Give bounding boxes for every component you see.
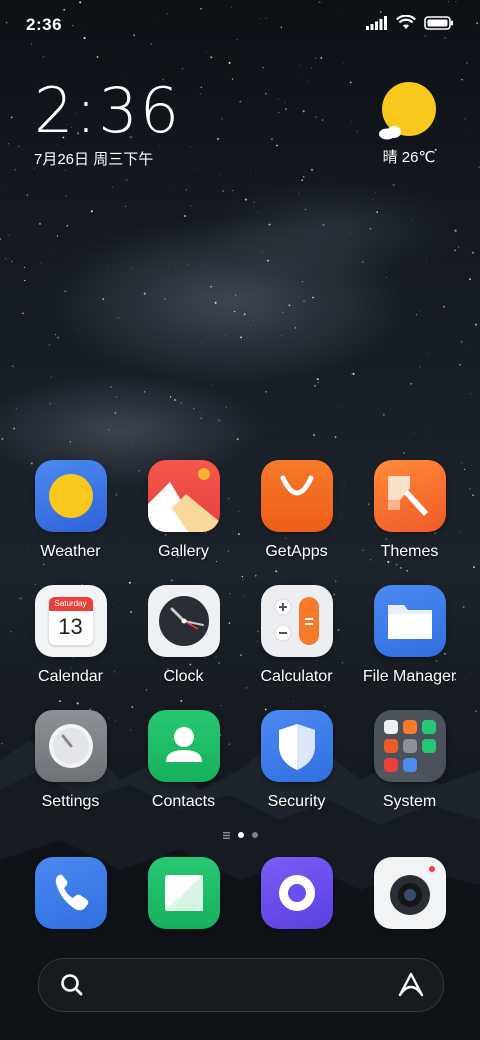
folder-grid-icon xyxy=(373,710,446,782)
calculator-icon xyxy=(260,585,333,657)
dock-phone[interactable] xyxy=(14,857,127,929)
page-dot-2[interactable] xyxy=(251,832,258,838)
folder-icon xyxy=(373,585,446,657)
app-calendar[interactable]: Saturday 13 Calendar xyxy=(14,585,127,686)
app-themes[interactable]: Themes xyxy=(353,460,466,561)
calendar-day-name: Saturday xyxy=(48,597,93,611)
clock-icon xyxy=(147,585,220,657)
search-bar[interactable] xyxy=(38,958,444,1012)
app-label: Contacts xyxy=(151,793,216,810)
messaging-icon xyxy=(147,857,220,929)
cloud-icon xyxy=(379,126,401,140)
dock-camera[interactable] xyxy=(353,857,466,929)
clock-widget[interactable]: 2:36 7月26日 周三下午 xyxy=(34,80,181,169)
settings-knob-icon xyxy=(34,710,107,782)
app-security[interactable]: Security xyxy=(240,710,353,811)
app-label: System xyxy=(382,793,437,810)
weather-widget[interactable]: 晴 26℃ xyxy=(374,82,444,167)
sun-icon xyxy=(379,82,436,140)
app-system-folder[interactable]: System xyxy=(353,710,466,811)
status-time: 2:36 xyxy=(26,15,63,34)
app-calculator[interactable]: Calculator xyxy=(240,585,353,686)
app-file-manager[interactable]: File Manager xyxy=(353,585,466,686)
widget-date: 7月26日 周三下午 xyxy=(34,151,154,168)
calendar-day-number: 13 xyxy=(58,614,83,639)
assistant-icon[interactable] xyxy=(397,971,425,999)
dock-browser[interactable] xyxy=(240,857,353,929)
gallery-icon xyxy=(147,460,220,532)
battery-icon xyxy=(424,15,453,30)
widget-time: 2:36 xyxy=(34,74,182,147)
app-label: File Manager xyxy=(362,668,457,685)
dock-messaging[interactable] xyxy=(127,857,240,929)
signal-icon xyxy=(366,15,387,30)
app-label: Calendar xyxy=(38,668,103,685)
app-getapps[interactable]: GetApps xyxy=(240,460,353,561)
app-contacts[interactable]: Contacts xyxy=(127,710,240,811)
wifi-icon xyxy=(396,15,416,29)
person-icon xyxy=(147,710,220,782)
weather-icon xyxy=(34,460,107,532)
weather-text: 晴 26℃ xyxy=(382,149,436,166)
app-label: Security xyxy=(267,793,326,810)
browser-icon xyxy=(260,857,333,929)
camera-icon xyxy=(373,857,446,929)
app-label: GetApps xyxy=(265,543,328,560)
shopping-bag-icon xyxy=(260,460,333,532)
status-icons xyxy=(366,15,454,30)
search-icon[interactable] xyxy=(59,972,85,998)
app-settings[interactable]: Settings xyxy=(14,710,127,811)
app-label: Clock xyxy=(163,668,204,685)
calendar-icon: Saturday 13 xyxy=(34,585,107,657)
app-label: Settings xyxy=(41,793,100,810)
list-lines-icon xyxy=(222,831,230,839)
status-bar: 2:36 xyxy=(0,0,480,50)
page-indicator[interactable] xyxy=(200,830,280,840)
app-label: Calculator xyxy=(260,668,333,685)
app-gallery[interactable]: Gallery xyxy=(127,460,240,561)
page-dot-1[interactable] xyxy=(237,832,244,838)
shield-icon xyxy=(260,710,333,782)
app-label: Gallery xyxy=(158,543,209,560)
app-label: Weather xyxy=(40,543,101,560)
brush-icon xyxy=(373,460,446,532)
app-clock[interactable]: Clock xyxy=(127,585,240,686)
phone-icon xyxy=(34,857,107,929)
app-weather[interactable]: Weather xyxy=(14,460,127,561)
app-label: Themes xyxy=(380,543,439,560)
